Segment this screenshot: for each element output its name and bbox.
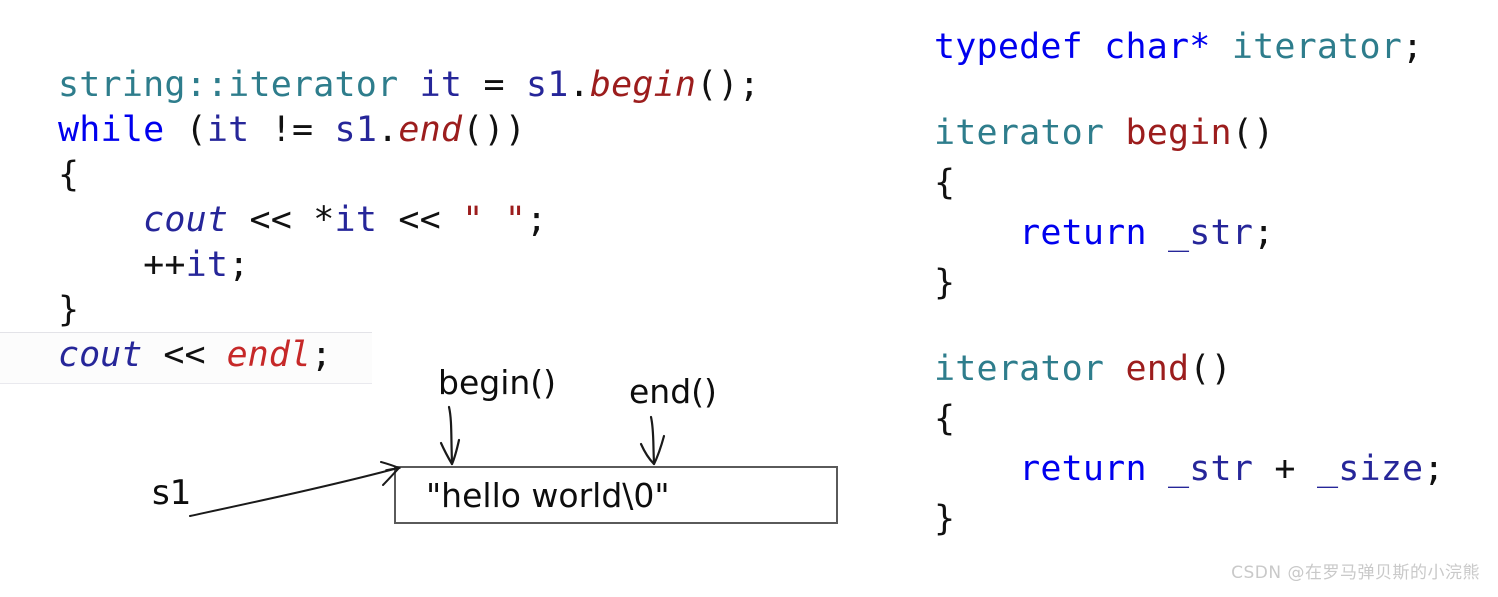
cout-endl-line: cout << endl; — [58, 338, 332, 373]
code-token: } — [934, 499, 956, 539]
code-token: begin — [1125, 113, 1232, 153]
code-token: ; — [1402, 27, 1424, 67]
code-token: end — [1125, 349, 1190, 389]
code-token: = — [462, 65, 527, 105]
code-token: . — [377, 110, 399, 150]
code-token: _str — [1168, 213, 1254, 253]
code-line: string::iterator it = s1.begin(); — [58, 68, 760, 113]
code-token: iterator — [1231, 27, 1403, 67]
string-buffer-box: "hello world\0" — [394, 466, 838, 524]
code-token: () — [1189, 349, 1232, 389]
code-line: return _str + _size; — [934, 452, 1445, 502]
code-token: ; — [310, 335, 332, 375]
csdn-watermark: CSDN @在罗马弹贝斯的小浣熊 — [1231, 563, 1480, 583]
right-code-block: typedef char* iterator; iterator begin()… — [934, 30, 1445, 552]
code-token: + — [1253, 449, 1317, 489]
code-line: { — [934, 166, 1445, 216]
code-token: ( — [164, 110, 207, 150]
code-token: cout — [58, 335, 143, 375]
code-token: ; — [526, 200, 548, 240]
code-token: { — [934, 399, 956, 439]
code-token: ; — [1423, 449, 1445, 489]
code-token: } — [934, 263, 956, 303]
code-line: { — [58, 158, 760, 203]
code-line: iterator end() — [934, 352, 1445, 402]
code-token: typedef — [934, 27, 1083, 67]
code-token: " " — [462, 200, 527, 240]
code-line: typedef char* iterator; — [934, 30, 1445, 80]
s1-arrow-icon — [189, 461, 401, 517]
end-pointer-label: end() — [629, 372, 717, 411]
code-token: () — [1231, 113, 1275, 153]
code-line: } — [934, 502, 1445, 552]
code-token: while — [58, 110, 165, 150]
code-token: . — [568, 65, 590, 105]
code-token: { — [934, 163, 956, 203]
code-token: << — [142, 335, 227, 375]
code-token: ++ — [58, 245, 186, 285]
code-token: begin — [589, 65, 697, 105]
code-token: it — [206, 110, 250, 150]
code-token: ()) — [462, 110, 527, 150]
code-token: cout — [143, 200, 229, 240]
begin-arrow-icon — [439, 405, 461, 466]
code-token: string::iterator — [58, 65, 399, 105]
code-line: cout << endl; — [58, 338, 332, 373]
code-line: return _str; — [934, 216, 1445, 266]
code-line: ++it; — [58, 248, 760, 293]
code-token: } — [58, 290, 80, 330]
code-line: } — [934, 266, 1445, 316]
code-token: it — [185, 245, 229, 285]
code-token: ; — [228, 245, 250, 285]
code-token: _size — [1316, 449, 1424, 489]
code-token: return — [1019, 213, 1147, 253]
code-token: (); — [696, 65, 761, 105]
code-token: s1 — [334, 110, 378, 150]
code-token: << — [377, 200, 463, 240]
code-token: return — [1019, 449, 1147, 489]
code-line: cout << *it << " "; — [58, 203, 760, 248]
end-arrow-icon — [639, 415, 666, 466]
code-token: { — [58, 155, 80, 195]
string-buffer-text: "hello world\0" — [426, 476, 670, 515]
begin-pointer-label: begin() — [438, 363, 557, 402]
code-token: endl — [226, 335, 311, 375]
code-token: s1 — [526, 65, 569, 105]
code-token: it — [334, 200, 378, 240]
s1-variable-label: s1 — [152, 473, 192, 513]
left-code-block: string::iterator it = s1.begin(); while (… — [58, 68, 760, 338]
code-line: while (it != s1.end()) — [58, 113, 760, 158]
code-token: char* — [1104, 27, 1211, 67]
code-line: iterator begin() — [934, 116, 1445, 166]
code-line: { — [934, 402, 1445, 452]
code-token: iterator — [934, 349, 1105, 389]
code-token: _str — [1168, 449, 1254, 489]
code-token: iterator — [934, 113, 1105, 153]
code-token: ; — [1253, 213, 1275, 253]
code-token: << * — [228, 200, 335, 240]
code-token: != — [249, 110, 335, 150]
code-token: end — [398, 110, 463, 150]
code-token: it — [419, 65, 463, 105]
